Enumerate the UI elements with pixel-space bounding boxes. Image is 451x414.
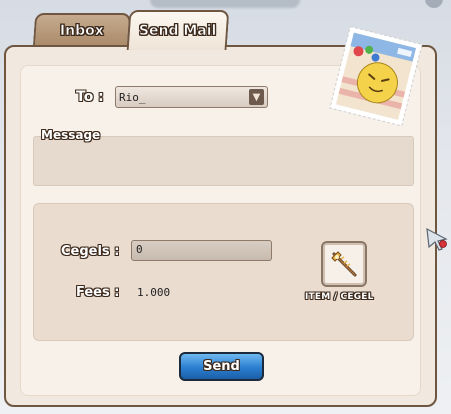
tab-inbox[interactable]: Inbox [32, 13, 132, 47]
fees-label: Fees : [76, 285, 120, 300]
item-cegel-label: ITEM / CEGEL [305, 292, 374, 302]
stamp-icon [329, 25, 423, 127]
cegels-label: Cegels : [61, 244, 120, 259]
to-label: To : [76, 89, 104, 105]
staff-icon [331, 251, 357, 277]
chevron-down-icon[interactable]: ▼ [249, 89, 264, 105]
fees-value: 1.000 [137, 286, 171, 299]
tab-send-mail-label: Send Mail [139, 23, 217, 40]
recipient-value: Rio_ [119, 90, 146, 104]
tab-send-mail[interactable]: Send Mail [126, 10, 230, 50]
recipient-dropdown[interactable]: Rio_ ▼ [115, 86, 268, 108]
message-label: Message [41, 128, 101, 142]
background-decoration [425, 0, 443, 8]
cegels-input[interactable]: 0 [131, 240, 272, 261]
cursor-icon [426, 227, 448, 251]
message-field[interactable] [33, 136, 414, 186]
send-button[interactable]: Send [179, 352, 264, 381]
tab-inbox-label: Inbox [59, 23, 104, 40]
item-slot[interactable] [321, 241, 367, 287]
background-title-smudge [150, 0, 300, 8]
